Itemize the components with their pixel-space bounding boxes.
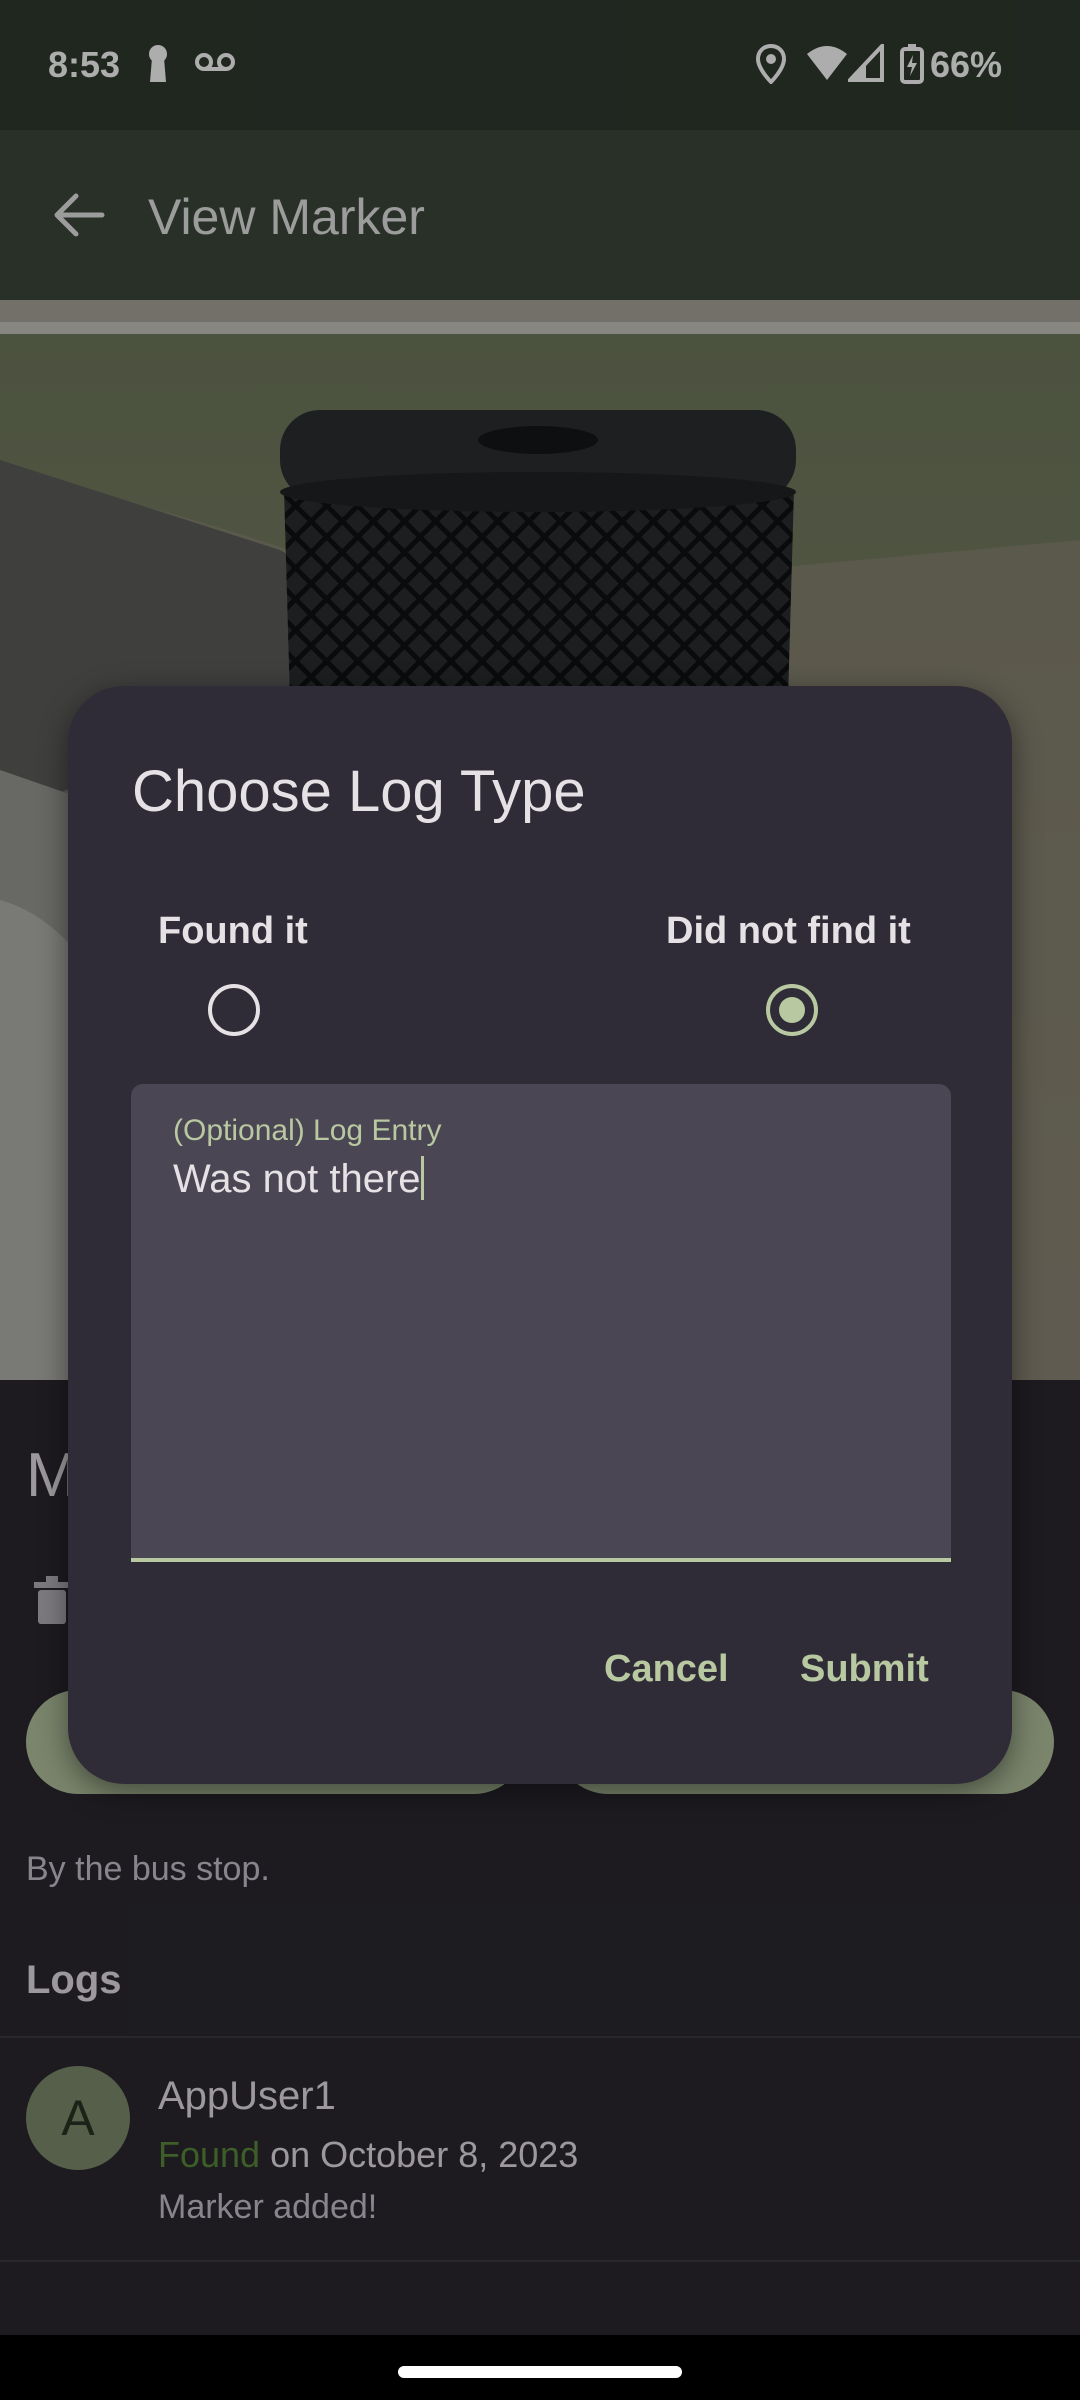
log-entry-value: Was not there xyxy=(173,1156,424,1202)
choose-log-type-dialog: Choose Log Type Found it Did not find it… xyxy=(68,686,1012,1784)
log-entry-field[interactable]: (Optional) Log Entry Was not there xyxy=(131,1084,951,1562)
submit-button[interactable]: Submit xyxy=(800,1648,929,1691)
did-not-find-it-label: Did not find it xyxy=(666,910,911,952)
found-it-label: Found it xyxy=(158,910,308,952)
dialog-title: Choose Log Type xyxy=(132,759,586,824)
log-entry-label: (Optional) Log Entry xyxy=(173,1114,442,1147)
cancel-button[interactable]: Cancel xyxy=(604,1648,729,1691)
found-it-radio[interactable] xyxy=(208,984,260,1036)
text-caret xyxy=(420,1156,424,1200)
home-handle[interactable] xyxy=(398,2366,682,2378)
did-not-find-it-radio[interactable] xyxy=(766,984,818,1036)
log-entry-text: Was not there xyxy=(173,1157,421,1201)
